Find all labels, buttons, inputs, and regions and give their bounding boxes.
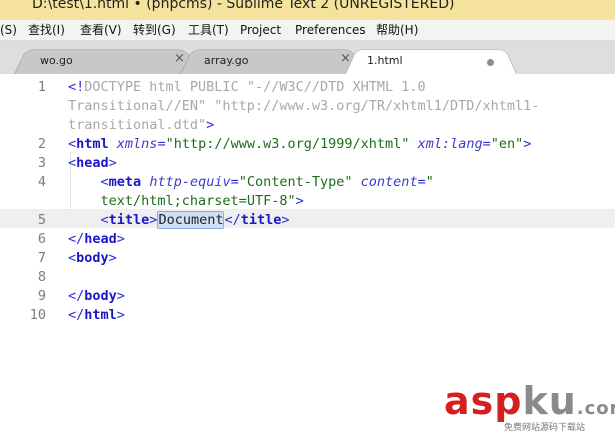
code-line-5: <title>Document</title> xyxy=(100,211,290,229)
tab-1-html[interactable]: 1.html xyxy=(345,45,517,74)
menu-item-selection[interactable]: (S) xyxy=(0,22,17,38)
code-line-4b: text/html;charset=UTF-8"> xyxy=(100,193,304,209)
code-line-3: <head> xyxy=(68,155,117,171)
menu-item-project[interactable]: Project xyxy=(240,22,281,38)
tab-bar: wo.go × array.go × 1.html xyxy=(0,41,615,74)
watermark-tagline: 免费网站源码下载站 xyxy=(504,423,586,433)
window-titlebar: D:\test\1.html • (phpcms) - Sublime Text… xyxy=(0,0,615,20)
code-line-1a: <!DOCTYPE html PUBLIC "-//W3C//DTD XHTML… xyxy=(68,79,426,95)
code-line-1b: Transitional//EN" "http://www.w3.org/TR/… xyxy=(68,98,540,114)
code-line-9: </body> xyxy=(68,288,125,304)
tab-array-go[interactable]: array.go × xyxy=(180,45,364,74)
tab-label: wo.go xyxy=(40,54,73,67)
tab-label: 1.html xyxy=(367,54,403,67)
selected-text[interactable]: Document xyxy=(157,211,225,229)
tab-label: array.go xyxy=(204,54,249,67)
menu-item-help[interactable]: 帮助(H) xyxy=(376,22,418,38)
line-number: 8 xyxy=(37,269,46,285)
line-number: 7 xyxy=(37,250,46,266)
menu-item-view[interactable]: 查看(V) xyxy=(80,22,122,38)
tab-wo-go[interactable]: wo.go × xyxy=(14,45,198,74)
line-number: 2 xyxy=(37,136,46,152)
code-line-6: </head> xyxy=(68,231,125,247)
line-number: 6 xyxy=(37,231,46,247)
menu-item-find[interactable]: 查找(I) xyxy=(28,22,65,38)
window-title: D:\test\1.html • (phpcms) - Sublime Text… xyxy=(32,0,455,12)
site-watermark-logo: aspku.com 免费网站源码下载站 xyxy=(440,380,615,438)
code-line-2: <html xmlns="http://www.w3.org/1999/xhtm… xyxy=(68,136,532,152)
menu-item-preferences[interactable]: Preferences xyxy=(295,22,366,38)
line-number: 4 xyxy=(37,174,46,190)
menu-bar: (S) 查找(I) 查看(V) 转到(G) 工具(T) Project Pref… xyxy=(0,20,615,41)
line-number: 10 xyxy=(29,307,46,323)
menu-item-goto[interactable]: 转到(G) xyxy=(133,22,176,38)
code-line-7: <body> xyxy=(68,250,117,266)
line-number: 1 xyxy=(37,79,46,95)
unsaved-dot-icon[interactable] xyxy=(487,59,494,66)
line-number: 3 xyxy=(37,155,46,171)
line-number: 5 xyxy=(37,212,46,228)
code-line-1c: transitional.dtd"> xyxy=(68,117,215,133)
line-number: 9 xyxy=(37,288,46,304)
code-line-4a: <meta http-equiv="Content-Type" content=… xyxy=(100,174,434,190)
code-line-10: </html> xyxy=(68,307,125,323)
code-view[interactable]: <!DOCTYPE html PUBLIC "-//W3C//DTD XHTML… xyxy=(68,74,539,435)
menu-item-tools[interactable]: 工具(T) xyxy=(188,22,229,38)
